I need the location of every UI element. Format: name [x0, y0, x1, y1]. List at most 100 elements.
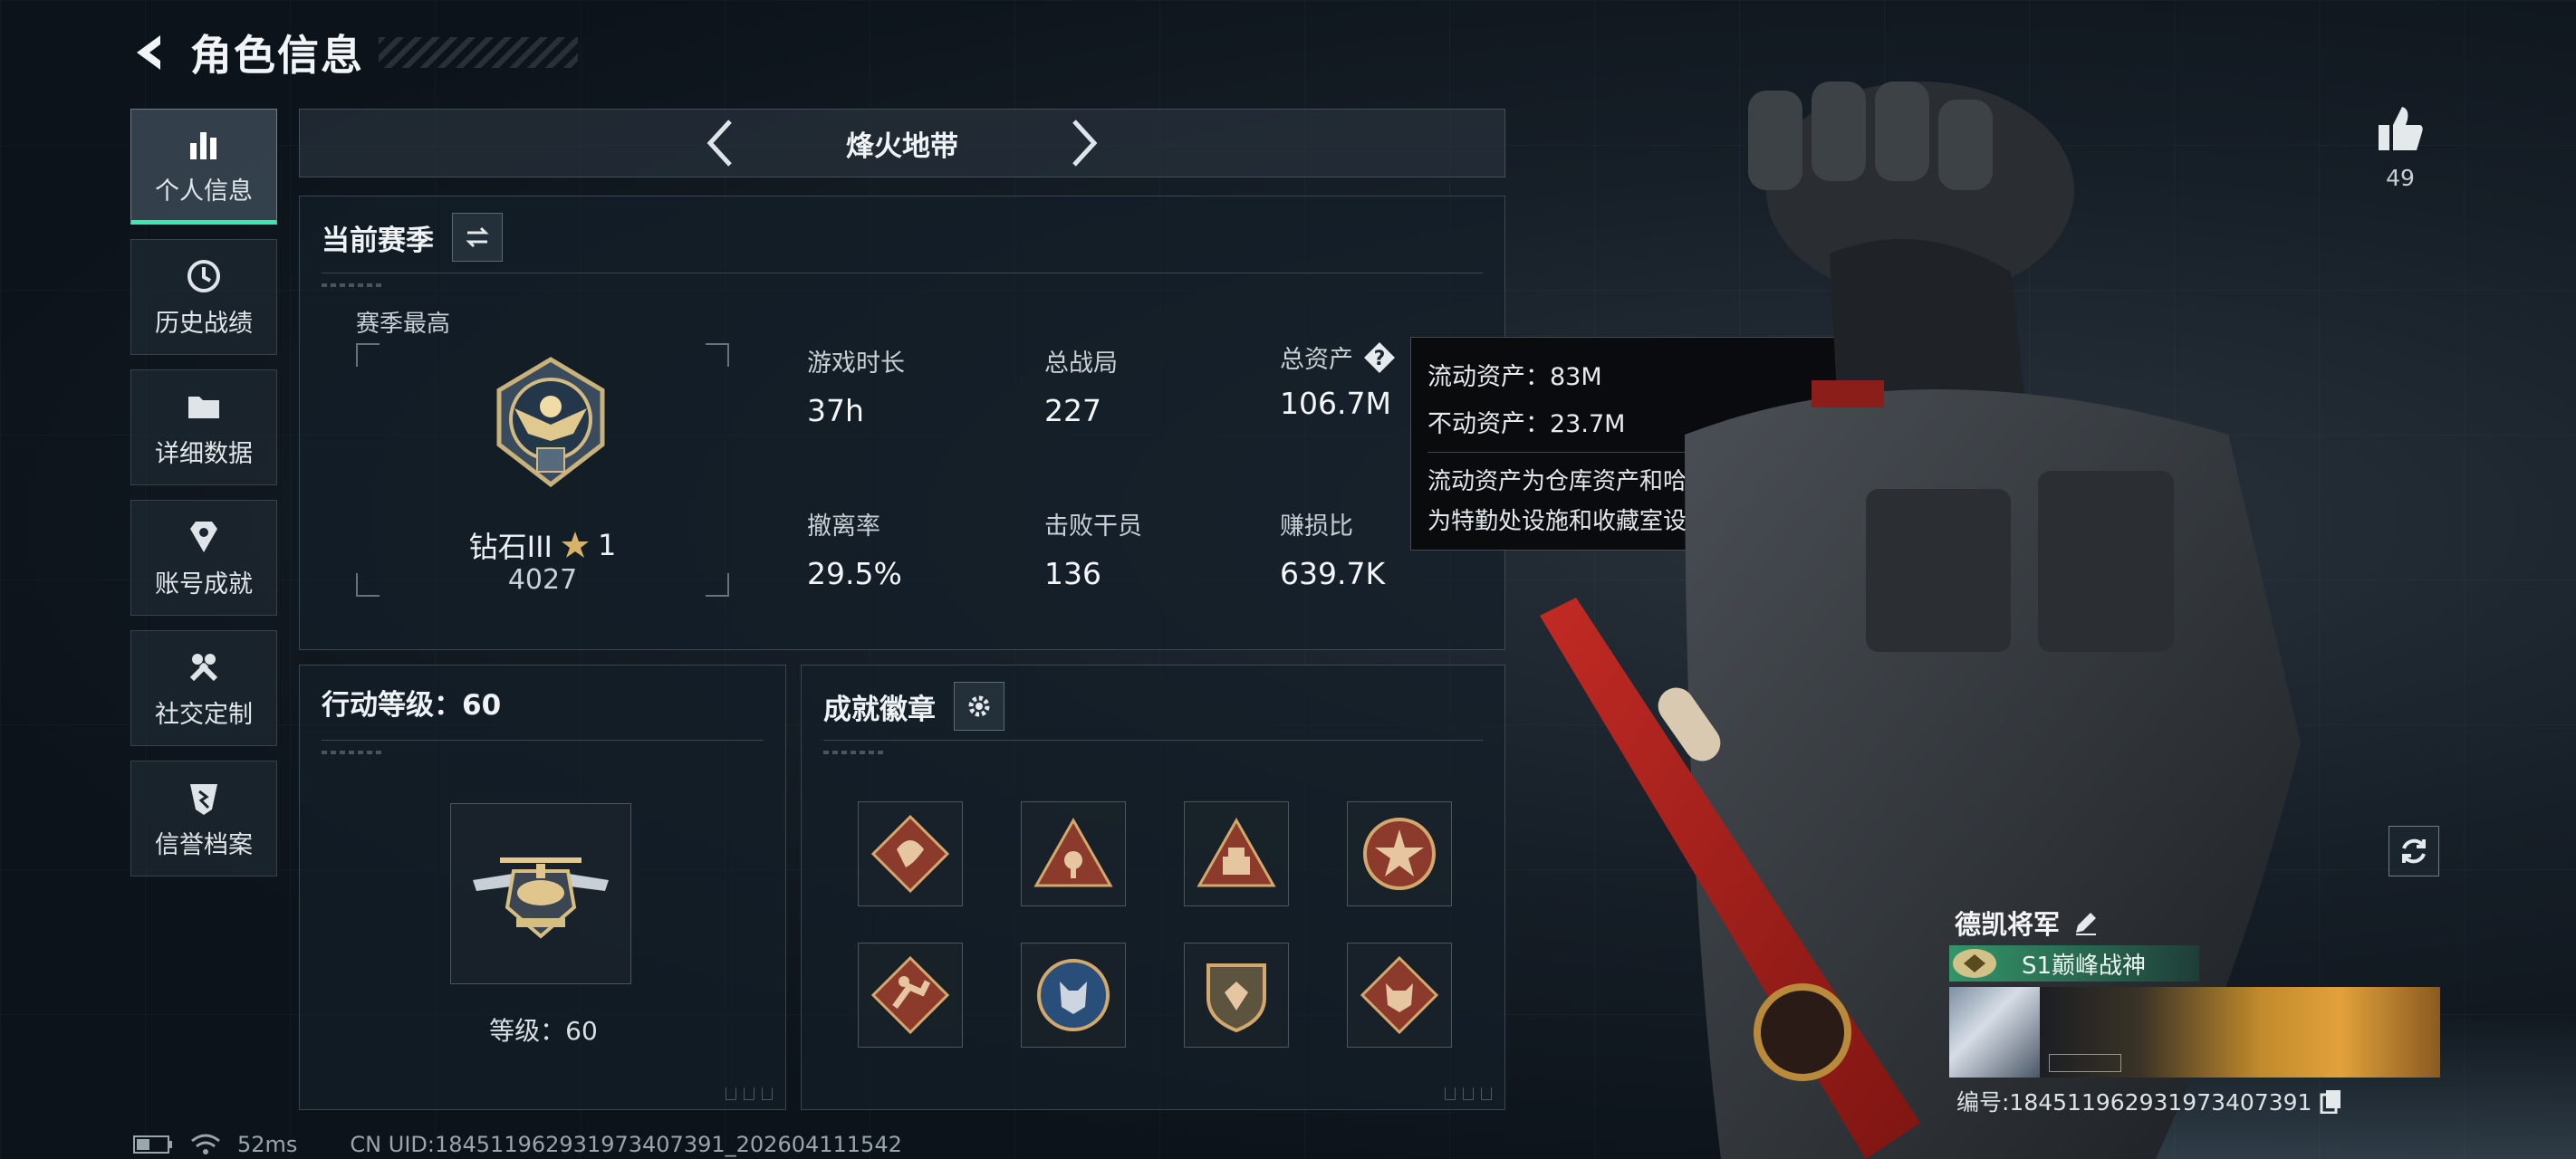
- badge-title: 成就徽章: [823, 693, 936, 726]
- gold-bar-badge-icon: [1197, 817, 1276, 887]
- like-count: 49: [2386, 165, 2415, 191]
- level-text: 等级：60: [489, 1016, 598, 1046]
- nav-label: 账号成就: [155, 570, 253, 599]
- stat-label: 游戏时长: [807, 350, 905, 378]
- player-name: 德凯将军: [1955, 909, 2061, 940]
- helicopter-emblem-icon: [473, 857, 609, 939]
- nav-item-social-custom[interactable]: 社交定制: [130, 630, 277, 746]
- like-button[interactable]: 49: [2364, 101, 2437, 191]
- wolf-badge-icon: [1037, 959, 1110, 1031]
- frame-corner: [706, 343, 729, 367]
- season-title: 当前赛季: [322, 224, 434, 257]
- stat-value: 639.7K: [1280, 556, 1386, 591]
- divider: [823, 740, 1483, 741]
- medal-icon: [184, 517, 224, 557]
- nav-item-detailed-data[interactable]: 详细数据: [130, 369, 277, 485]
- mode-next-button[interactable]: [1056, 116, 1110, 170]
- level-badge: [450, 803, 631, 984]
- thumbs-up-icon: [2379, 107, 2423, 150]
- divider-dash: [823, 751, 887, 754]
- season-switch-button[interactable]: [452, 213, 503, 262]
- crest-icon: [1953, 949, 1996, 978]
- card-portrait: [1949, 987, 2040, 1078]
- rank-name: 钻石III: [468, 530, 553, 564]
- frame-corner: [356, 343, 380, 367]
- nav-item-achievements[interactable]: 账号成就: [130, 500, 277, 616]
- bar-chart-icon: [184, 124, 224, 164]
- nav-label: 历史战绩: [155, 309, 253, 338]
- mode-prev-button[interactable]: [694, 116, 748, 170]
- top-bar: 角色信息: [127, 24, 578, 81]
- chevron-left-icon: [706, 120, 732, 167]
- stat-kills: 击败干员 136: [1044, 506, 1142, 591]
- card-tag: [2049, 1054, 2121, 1072]
- badge-slot[interactable]: [1184, 943, 1289, 1048]
- nav-item-credit-record[interactable]: 信誉档案: [130, 761, 277, 876]
- stat-label: 撤离率: [807, 512, 880, 541]
- stat-value: 37h: [807, 393, 864, 428]
- badge-settings-button[interactable]: [954, 682, 1004, 731]
- svg-text:?: ?: [1374, 348, 1386, 370]
- uid-text: CN UID:184511962931973407391_20260411154…: [350, 1132, 902, 1157]
- page-title: 角色信息: [190, 31, 364, 80]
- title-decoration: [379, 37, 578, 68]
- stat-value: 29.5%: [807, 556, 902, 591]
- level-header: 行动等级：60: [322, 682, 501, 723]
- badge-slot[interactable]: [858, 801, 963, 906]
- level-panel: 行动等级：60 等级：60: [299, 665, 786, 1110]
- mode-title: 烽火地带: [846, 129, 958, 163]
- divider: [322, 740, 764, 741]
- stat-label: 总资产: [1280, 346, 1353, 374]
- badge-panel: 成就徽章: [801, 665, 1505, 1110]
- shield-badge-icon: [1206, 963, 1266, 1033]
- rank-frame: 钻石III 1 4027: [356, 343, 729, 597]
- back-button[interactable]: [127, 29, 174, 76]
- back-arrow-icon: [137, 35, 160, 70]
- badge-slot[interactable]: [1184, 801, 1289, 906]
- status-bar: 52ms CN UID:184511962931973407391_202604…: [132, 1132, 902, 1157]
- help-icon[interactable]: ?: [1362, 340, 1397, 375]
- rank-stars: 1: [597, 528, 617, 562]
- rank-name-row: 钻石III 1: [356, 524, 729, 566]
- shield-icon: [184, 778, 224, 818]
- folder-icon: [184, 387, 224, 426]
- player-title-badge: S1巅峰战神: [1949, 945, 2199, 982]
- stat-value: 106.7M: [1280, 386, 1391, 421]
- star-icon: [561, 532, 589, 558]
- badge-slot[interactable]: [1021, 801, 1126, 906]
- panel-decoration: [726, 1087, 773, 1100]
- badge-slot[interactable]: [858, 943, 963, 1048]
- badge-header: 成就徽章: [823, 682, 1004, 731]
- stat-value: 136: [1044, 556, 1101, 591]
- chevron-right-icon: [1072, 120, 1098, 167]
- divider-dash: [322, 283, 385, 287]
- stat-total-assets: 总资产 ? 106.7M: [1280, 340, 1397, 421]
- player-card-banner[interactable]: [1949, 987, 2440, 1078]
- rank-score: 4027: [507, 564, 578, 596]
- wifi-icon: [191, 1134, 220, 1154]
- stat-value: 227: [1044, 393, 1101, 428]
- nav-item-history[interactable]: 历史战绩: [130, 239, 277, 355]
- stat-profit-ratio: 赚损比 639.7K: [1280, 506, 1385, 591]
- edit-pencil-icon[interactable]: [2072, 909, 2100, 936]
- nav-label: 信誉档案: [155, 830, 253, 859]
- battery-icon: [133, 1135, 172, 1154]
- mode-selector: 烽火地带: [299, 109, 1505, 177]
- rotate-view-button[interactable]: [2389, 826, 2439, 876]
- season-header: 当前赛季: [322, 213, 503, 262]
- copy-icon[interactable]: [2319, 1088, 2344, 1114]
- stat-label: 击败干员: [1044, 512, 1142, 541]
- clock-icon: [184, 256, 224, 296]
- nav-item-personal-info[interactable]: 个人信息: [130, 109, 277, 225]
- card-banner-art: [2040, 987, 2440, 1078]
- refresh-icon: [2402, 838, 2426, 864]
- player-id: 编号:18451196293197340739​1: [1956, 1089, 2312, 1116]
- radar-badge-icon: [1033, 817, 1113, 887]
- season-best-label: 赛季最高: [356, 311, 451, 338]
- season-panel: 当前赛季 赛季最高 钻石III 1 4027 游戏时长 37h 总战局 227: [299, 196, 1505, 650]
- diamond-rank-emblem-icon: [496, 357, 605, 488]
- stat-extract-rate: 撤离率 29.5%: [807, 506, 902, 591]
- badge-slot[interactable]: [1021, 943, 1126, 1048]
- swap-icon: [466, 226, 489, 248]
- nav-label: 个人信息: [155, 177, 253, 206]
